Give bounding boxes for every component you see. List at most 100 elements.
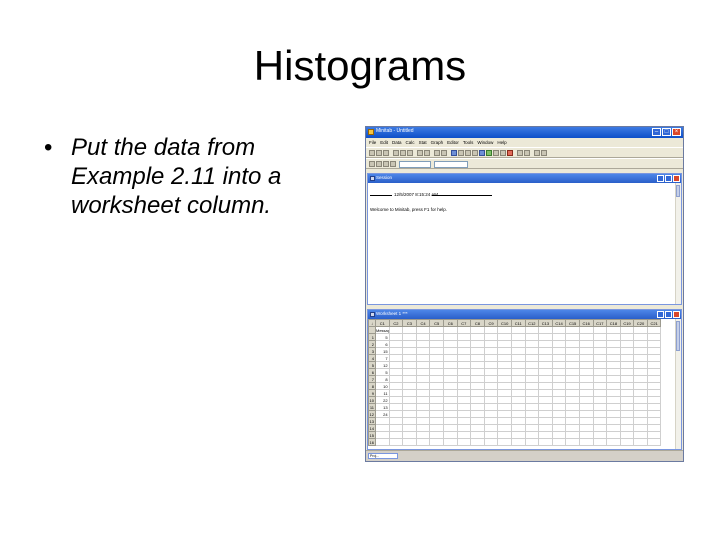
column-header[interactable]: C12 [524,319,540,327]
worksheet-cell[interactable] [415,382,431,390]
project-manager-icon[interactable] [500,150,506,156]
worksheet-cell[interactable] [578,361,594,369]
worksheet-cell[interactable] [578,389,594,397]
menu-data[interactable]: Data [392,140,402,145]
cascade-icon[interactable] [534,150,540,156]
worksheet-cell[interactable] [402,438,417,446]
worksheet-cell[interactable] [538,431,553,439]
column-header[interactable]: C5 [429,319,444,327]
worksheet-cell[interactable] [538,403,553,411]
worksheet-cell[interactable]: 15 [375,347,390,355]
worksheet-cell[interactable] [551,375,567,383]
worksheet-cell[interactable] [442,340,458,348]
worksheet-cell[interactable] [415,347,431,355]
row-header[interactable]: 9 [368,389,376,397]
worksheet-cell[interactable] [606,424,621,432]
worksheet-cell[interactable] [565,403,580,411]
worksheet-cell[interactable] [442,417,458,425]
worksheet-cell[interactable] [388,396,404,404]
worksheet-cell[interactable] [524,410,540,418]
worksheet-cell[interactable] [633,389,648,397]
worksheet-cell[interactable] [633,424,648,432]
menu-tools[interactable]: Tools [463,140,474,145]
worksheet-cell[interactable] [606,438,621,446]
session-scroll-thumb[interactable] [676,185,680,197]
worksheet-cell[interactable] [442,403,458,411]
worksheet-cell[interactable] [646,347,662,355]
worksheet-icon[interactable] [472,150,478,156]
session-maximize-button[interactable] [665,175,672,182]
worksheet-cell[interactable] [524,347,540,355]
column-header[interactable]: C15 [565,319,580,327]
worksheet-cell[interactable] [483,361,499,369]
worksheet-cell[interactable] [538,382,553,390]
worksheet-cell[interactable] [538,417,553,425]
column-name-cell[interactable] [538,326,553,334]
worksheet-cell[interactable] [646,396,662,404]
worksheet-cell[interactable] [606,361,621,369]
worksheet-cell[interactable] [483,417,499,425]
graph-brush-icon[interactable] [524,150,530,156]
worksheet-cell[interactable] [578,396,594,404]
worksheet-cell[interactable] [592,389,608,397]
worksheet-cell[interactable] [483,438,499,446]
worksheet-cell[interactable] [538,424,553,432]
worksheet-cell[interactable] [442,438,458,446]
column-header[interactable]: C11 [510,319,526,327]
worksheet-cell[interactable] [470,389,485,397]
worksheet-cell[interactable] [429,333,444,341]
worksheet-cell[interactable] [524,417,540,425]
worksheet-cell[interactable] [565,340,580,348]
worksheet-cell[interactable] [578,347,594,355]
print-icon[interactable] [383,150,389,156]
worksheet-cell[interactable] [538,333,553,341]
worksheet-cell[interactable] [375,424,390,432]
row-header[interactable]: 5 [368,361,376,369]
column-name-cell[interactable] [456,326,472,334]
column-name-cell[interactable] [551,326,567,334]
worksheet-cell[interactable] [619,410,635,418]
worksheet-cell[interactable] [524,438,540,446]
column-header[interactable]: C7 [456,319,472,327]
row-header[interactable]: 2 [368,340,376,348]
worksheet-cell[interactable] [551,361,567,369]
worksheet-scrollbar[interactable] [675,319,681,449]
worksheet-table[interactable]: ↓ C1 C2 C3 C4 C5 C6 C7 C8 C9 C10 C11 C12 C13 C14 C15 C16… [368,319,662,446]
worksheet-cell[interactable] [633,333,648,341]
worksheet-cell[interactable] [646,333,662,341]
worksheet-cell[interactable] [633,431,648,439]
worksheet-cell[interactable] [402,333,417,341]
worksheet-cell[interactable] [524,340,540,348]
column-name-cell[interactable] [442,326,458,334]
worksheet-cell[interactable] [606,396,621,404]
worksheet-cell[interactable] [456,382,472,390]
worksheet-cell[interactable] [510,361,526,369]
worksheet-cell[interactable] [606,403,621,411]
column-name-cell[interactable] [606,326,621,334]
worksheet-cell[interactable]: 24 [375,410,390,418]
worksheet-cell[interactable] [538,410,553,418]
worksheet-cell[interactable] [388,389,404,397]
worksheet-cell[interactable] [619,354,635,362]
worksheet-cell[interactable] [592,410,608,418]
worksheet-cell[interactable] [429,354,444,362]
worksheet-cell[interactable] [592,361,608,369]
worksheet-cell[interactable] [470,361,485,369]
worksheet-cell[interactable] [388,354,404,362]
worksheet-cell[interactable] [592,396,608,404]
open-icon[interactable] [369,150,375,156]
worksheet-cell[interactable] [646,431,662,439]
worksheet-cell[interactable] [619,417,635,425]
worksheet-cell[interactable] [497,396,512,404]
worksheet-cell[interactable] [578,340,594,348]
worksheet-cell[interactable] [578,424,594,432]
worksheet-cell[interactable] [429,403,444,411]
worksheet-cell[interactable] [646,424,662,432]
worksheet-cell[interactable] [442,347,458,355]
insert-rows-icon[interactable] [376,161,382,167]
worksheet-cell[interactable] [429,396,444,404]
worksheet-cell[interactable] [402,375,417,383]
menu-stat[interactable]: Stat [419,140,427,145]
paste-icon[interactable] [407,150,413,156]
worksheet-cell[interactable] [510,403,526,411]
